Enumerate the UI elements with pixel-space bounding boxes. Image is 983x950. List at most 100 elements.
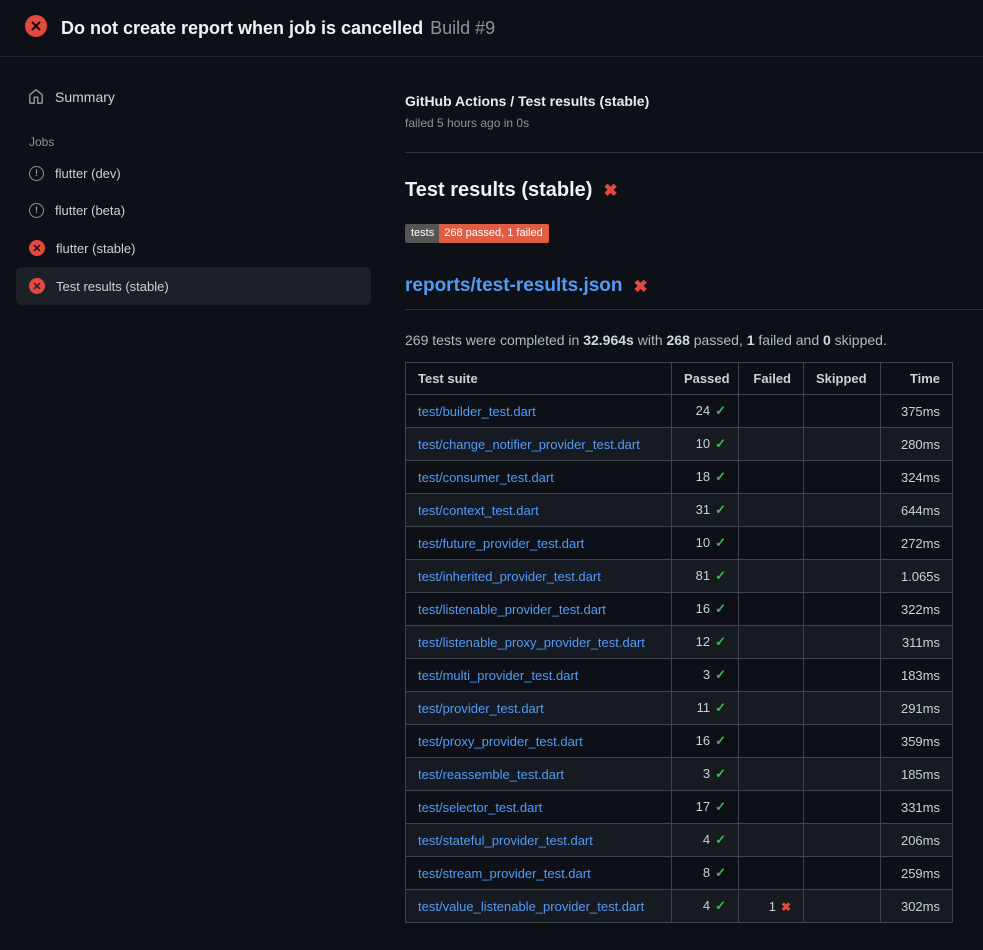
suite-cell: test/listenable_proxy_provider_test.dart	[406, 626, 672, 659]
table-row: test/selector_test.dart 17✓ 331ms	[406, 791, 953, 824]
failed-cell	[739, 428, 804, 461]
page-title: Do not create report when job is cancell…	[61, 18, 495, 39]
suite-link[interactable]: test/value_listenable_provider_test.dart	[418, 899, 644, 914]
suite-link[interactable]: test/change_notifier_provider_test.dart	[418, 437, 640, 452]
suite-link[interactable]: test/listenable_provider_test.dart	[418, 602, 606, 617]
skipped-cell	[804, 890, 881, 923]
suite-link[interactable]: test/selector_test.dart	[418, 800, 542, 815]
time-cell: 185ms	[881, 758, 953, 791]
passed-count: 10	[696, 535, 710, 550]
passed-cell: 17✓	[672, 791, 739, 824]
failed-cell	[739, 659, 804, 692]
report-heading: reports/test-results.json ✖	[405, 275, 983, 310]
time-cell: 331ms	[881, 791, 953, 824]
failed-cell: 1✖	[739, 890, 804, 923]
cross-icon: ✖	[781, 900, 791, 914]
suite-link[interactable]: test/consumer_test.dart	[418, 470, 554, 485]
table-row: test/proxy_provider_test.dart16✓359ms	[406, 725, 953, 758]
sidebar-item-job[interactable]: flutter (stable)	[16, 229, 371, 267]
check-icon: ✓	[715, 436, 726, 451]
suite-link[interactable]: test/context_test.dart	[418, 503, 539, 518]
failed-cell	[739, 626, 804, 659]
table-row: test/inherited_provider_test.dart81✓1.06…	[406, 560, 953, 593]
table-row: test/reassemble_test.dart3✓185ms	[406, 758, 953, 791]
summary-text-segment: with	[634, 332, 667, 348]
passed-count: 11	[697, 700, 711, 715]
passed-cell: 12✓	[672, 626, 739, 659]
suite-link[interactable]: test/builder_test.dart	[418, 404, 536, 419]
suite-link[interactable]: test/inherited_provider_test.dart	[418, 569, 601, 584]
column-header: Time	[881, 363, 953, 395]
time-cell: 311ms	[881, 626, 953, 659]
time-cell: 291ms	[881, 692, 953, 725]
summary-text-segment: skipped.	[831, 332, 887, 348]
check-icon: ✓	[715, 502, 726, 517]
table-row: test/stream_provider_test.dart8✓259ms	[406, 857, 953, 890]
suite-link[interactable]: test/future_provider_test.dart	[418, 536, 584, 551]
failed-status-icon	[29, 278, 45, 294]
breadcrumb: GitHub Actions / Test results (stable)	[405, 93, 952, 109]
skipped-cell	[804, 461, 881, 494]
time-cell: 280ms	[881, 428, 953, 461]
report-file-link[interactable]: reports/test-results.json	[405, 275, 623, 297]
check-icon: ✓	[715, 700, 726, 715]
suite-cell: test/multi_provider_test.dart	[406, 659, 672, 692]
check-icon: ✓	[715, 898, 726, 913]
check-icon: ✓	[715, 667, 726, 682]
suite-link[interactable]: test/listenable_proxy_provider_test.dart	[418, 635, 645, 650]
check-icon: ✓	[715, 601, 726, 616]
table-row: test/builder_test.dart24✓375ms	[406, 395, 953, 428]
summary-text-segment: passed,	[690, 332, 747, 348]
table-row: test/stateful_provider_test.dart4✓206ms	[406, 824, 953, 857]
section-heading: Test results (stable) ✖	[405, 179, 952, 202]
table-row: test/consumer_test.dart18✓324ms	[406, 461, 953, 494]
column-header: Failed	[739, 363, 804, 395]
failed-cell	[739, 395, 804, 428]
sidebar-item-job[interactable]: Test results (stable)	[16, 267, 371, 305]
suite-cell: test/selector_test.dart	[406, 791, 672, 824]
time-cell: 259ms	[881, 857, 953, 890]
suite-link[interactable]: test/stateful_provider_test.dart	[418, 833, 593, 848]
failed-cell	[739, 857, 804, 890]
suite-link[interactable]: test/provider_test.dart	[418, 701, 544, 716]
failed-count: 1	[769, 899, 776, 914]
column-header: Skipped	[804, 363, 881, 395]
suite-link[interactable]: test/reassemble_test.dart	[418, 767, 564, 782]
sidebar-item-job[interactable]: !flutter (dev)	[16, 155, 371, 192]
passed-cell: 16✓	[672, 725, 739, 758]
sidebar-item-summary[interactable]: Summary	[16, 81, 371, 113]
time-cell: 272ms	[881, 527, 953, 560]
job-label: flutter (beta)	[55, 203, 125, 218]
passed-cell: 10✓	[672, 428, 739, 461]
passed-count: 3	[703, 667, 710, 682]
table-row: test/context_test.dart 31✓ 644ms	[406, 494, 953, 527]
time-cell: 644ms	[881, 494, 953, 527]
passed-count: 24	[696, 403, 710, 418]
suite-link[interactable]: test/multi_provider_test.dart	[418, 668, 578, 683]
skipped-cell	[804, 824, 881, 857]
passed-count: 16	[696, 733, 710, 748]
job-label: flutter (stable)	[56, 241, 135, 256]
suite-link[interactable]: test/proxy_provider_test.dart	[418, 734, 583, 749]
divider	[405, 152, 983, 153]
skipped-cell	[804, 527, 881, 560]
failed-x-icon: ✖	[634, 278, 648, 295]
run-failed-icon	[25, 15, 47, 42]
sidebar-item-job[interactable]: ! flutter (beta)	[16, 192, 371, 229]
failed-status-icon	[29, 240, 45, 256]
failed-cell	[739, 461, 804, 494]
passed-cell: 31✓	[672, 494, 739, 527]
passed-cell: 24✓	[672, 395, 739, 428]
skipped-cell	[804, 758, 881, 791]
suite-link[interactable]: test/stream_provider_test.dart	[418, 866, 591, 881]
passed-cell: 81✓	[672, 560, 739, 593]
suite-cell: test/inherited_provider_test.dart	[406, 560, 672, 593]
check-icon: ✓	[715, 469, 726, 484]
failed-cell	[739, 725, 804, 758]
passed-cell: 10✓	[672, 527, 739, 560]
summary-text-segment: 32.964s	[583, 332, 634, 348]
suite-cell: test/future_provider_test.dart	[406, 527, 672, 560]
failed-cell	[739, 560, 804, 593]
neutral-status-icon: !	[29, 203, 44, 218]
passed-count: 8	[703, 865, 710, 880]
